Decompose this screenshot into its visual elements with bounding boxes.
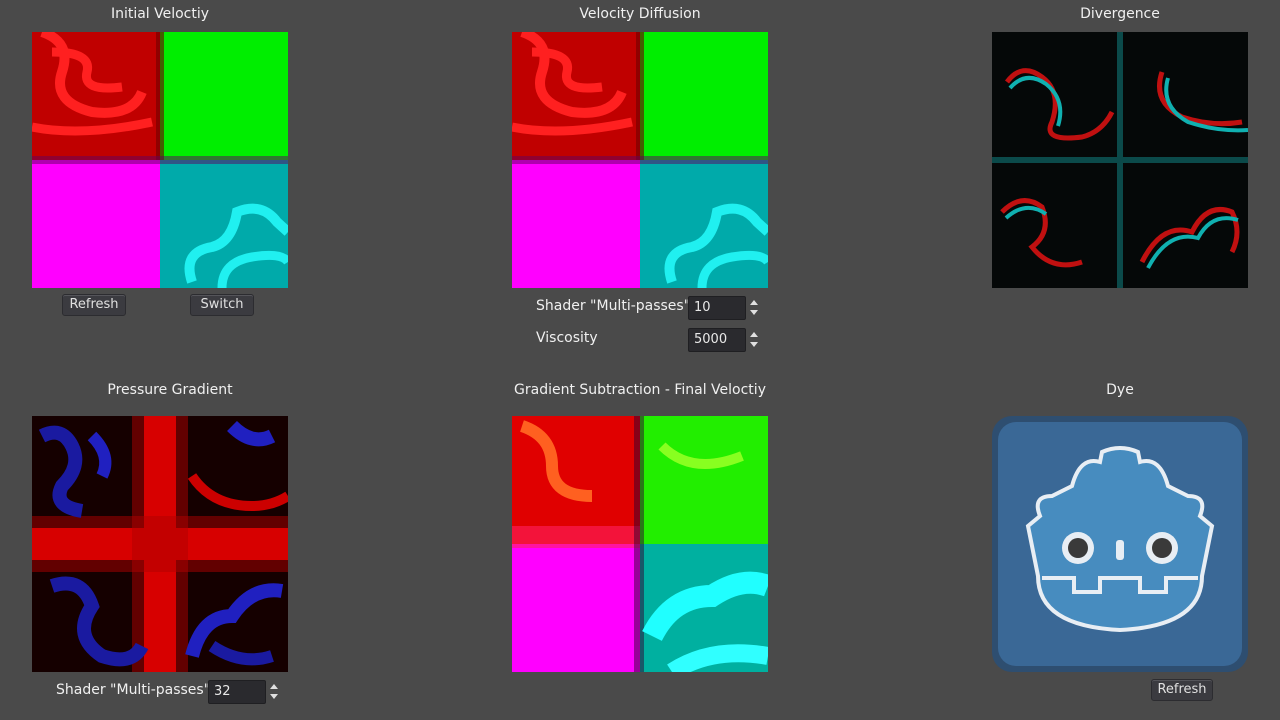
spin-arrows-icon[interactable] <box>748 330 760 350</box>
spin-arrows-icon[interactable] <box>748 298 760 318</box>
initial-velocity-texture <box>32 32 288 288</box>
divergence-texture <box>992 32 1248 288</box>
dye-refresh-button[interactable]: Refresh <box>1151 679 1213 701</box>
pressure-multipasses-label: Shader "Multi-passes" <box>56 682 211 698</box>
velocity-diffusion-title: Velocity Diffusion <box>579 6 701 22</box>
diffusion-multipasses-spinbox[interactable]: 10 <box>688 296 780 320</box>
initial-velocity-title: Initial Veloctiy <box>110 6 210 22</box>
pressure-multipasses-spinbox[interactable]: 32 <box>208 680 300 704</box>
viscosity-label: Viscosity <box>536 330 598 346</box>
diffusion-multipasses-label: Shader "Multi-passes" <box>536 298 691 314</box>
pressure-gradient-title: Pressure Gradient <box>107 382 233 398</box>
initial-velocity-refresh-button[interactable]: Refresh <box>62 294 126 316</box>
dye-title: Dye <box>1106 382 1134 398</box>
gradient-subtraction-texture <box>512 416 768 672</box>
pressure-multipasses-input[interactable]: 32 <box>208 680 266 704</box>
godot-logo-icon <box>992 416 1248 672</box>
dye-texture <box>992 416 1248 672</box>
spin-arrows-icon[interactable] <box>268 682 280 702</box>
viscosity-spinbox[interactable]: 5000 <box>688 328 780 352</box>
viscosity-input[interactable]: 5000 <box>688 328 746 352</box>
initial-velocity-switch-button[interactable]: Switch <box>190 294 254 316</box>
pressure-gradient-texture <box>32 416 288 672</box>
divergence-title: Divergence <box>1080 6 1160 22</box>
velocity-diffusion-texture <box>512 32 768 288</box>
diffusion-multipasses-input[interactable]: 10 <box>688 296 746 320</box>
gradient-subtraction-title: Gradient Subtraction - Final Veloctiy <box>514 382 766 398</box>
